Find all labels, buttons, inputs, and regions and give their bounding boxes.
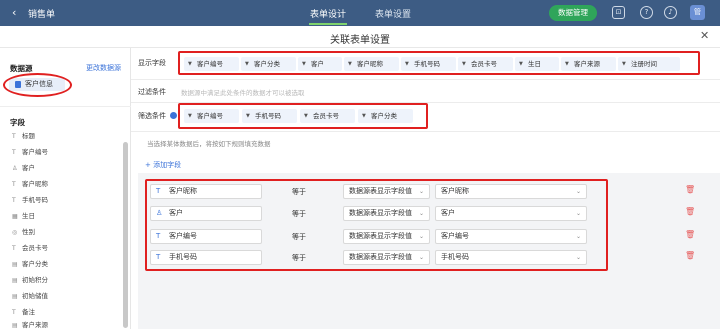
filter-input[interactable]: 数据源中满足此处条件的数据才可以被选取 xyxy=(181,87,305,97)
field-item[interactable]: ▤ 客户分类 xyxy=(12,259,48,269)
field-type-icon: ▤ xyxy=(12,261,18,268)
filter-label: 过滤条件 xyxy=(138,88,166,96)
field-type-icon: T xyxy=(12,309,16,316)
divider xyxy=(131,79,720,80)
field-label: 会员卡号 xyxy=(22,244,48,252)
highlight-box xyxy=(178,51,700,75)
tab-form-design[interactable]: 表单设计 xyxy=(310,7,346,20)
field-label: 初始储值 xyxy=(22,292,48,300)
field-label: 客户分类 xyxy=(22,260,48,268)
field-label: 客户编号 xyxy=(22,148,48,156)
help-icon[interactable]: ? xyxy=(640,6,653,19)
settings-icon[interactable] xyxy=(170,112,177,119)
add-field-button[interactable]: + 添加字段 xyxy=(145,160,181,170)
fill-rule-hint: 当选择某体数据后，将按如下规则填充数据 xyxy=(147,140,271,148)
highlight-box xyxy=(145,179,608,271)
field-type-icon: ◎ xyxy=(12,229,18,236)
fields-label: 字段 xyxy=(10,118,25,127)
field-label: 客户来源 xyxy=(22,321,48,329)
dialog-title: 关联表单设置 xyxy=(330,35,390,46)
field-item[interactable]: T 手机号码 xyxy=(12,195,48,205)
trash-icon[interactable]: 🗑 xyxy=(685,230,695,239)
fields-scrollbar[interactable] xyxy=(123,142,128,328)
field-item[interactable]: ♙ 客户 xyxy=(12,163,35,173)
field-type-icon: T xyxy=(12,197,16,204)
left-panel: 数据源 更改数据源 客户信息 字段 T 标题 T 客户编号 ♙ 客户 T 客户昵称 T手… xyxy=(0,48,131,329)
field-type-icon: T xyxy=(12,149,16,156)
change-datasource-link[interactable]: 更改数据源 xyxy=(86,63,121,73)
divider xyxy=(0,106,131,107)
field-type-icon: ▤ xyxy=(12,293,18,300)
trash-icon[interactable]: 🗑 xyxy=(685,185,695,194)
display-fields-label: 显示字段 xyxy=(138,59,166,67)
trash-icon[interactable]: 🗑 xyxy=(685,251,695,260)
field-item[interactable]: T 备注 xyxy=(12,307,35,317)
field-label: 性别 xyxy=(22,228,35,236)
field-item[interactable]: ▤ 初始积分 xyxy=(12,275,48,285)
field-label: 手机号码 xyxy=(22,196,48,204)
field-type-icon: ▦ xyxy=(12,213,18,220)
back-icon[interactable]: ‹ xyxy=(12,6,16,19)
tab-form-settings[interactable]: 表单设置 xyxy=(375,7,411,20)
field-item[interactable]: ▤ 客户来源 xyxy=(12,320,48,329)
filter-fields-label: 筛选条件 xyxy=(138,112,166,120)
app-title: 销售单 xyxy=(28,10,56,20)
field-item[interactable]: T 客户编号 xyxy=(12,147,48,157)
field-label: 备注 xyxy=(22,308,35,316)
highlight-oval xyxy=(3,73,72,97)
field-item[interactable]: T 标题 xyxy=(12,131,35,141)
trash-icon[interactable]: 🗑 xyxy=(685,207,695,216)
field-type-icon: T xyxy=(12,245,16,252)
top-bar: ‹ 销售单 表单设计 表单设置 数据管理 ⊡ ? ♪ 管 xyxy=(0,0,720,26)
field-label: 生日 xyxy=(22,212,35,220)
active-tab-indicator xyxy=(309,23,347,25)
preview-icon[interactable]: ⊡ xyxy=(612,6,625,19)
field-type-icon: ▤ xyxy=(12,322,18,329)
field-item[interactable]: ◎ 性别 xyxy=(12,227,35,237)
field-type-icon: ▤ xyxy=(12,277,18,284)
field-type-icon: T xyxy=(12,181,16,188)
field-item[interactable]: T 会员卡号 xyxy=(12,243,48,253)
field-label: 客户昵称 xyxy=(22,180,48,188)
field-item[interactable]: ▤ 初始储值 xyxy=(12,291,48,301)
bell-icon[interactable]: ♪ xyxy=(664,6,677,19)
highlight-box xyxy=(178,103,428,129)
field-label: 标题 xyxy=(22,132,35,140)
close-icon[interactable]: ✕ xyxy=(700,29,709,42)
field-type-icon: ♙ xyxy=(12,165,18,172)
dialog-header: 关联表单设置 ✕ xyxy=(0,26,720,48)
data-manage-button[interactable]: 数据管理 xyxy=(549,5,597,21)
field-label: 初始积分 xyxy=(22,276,48,284)
field-item[interactable]: T 客户昵称 xyxy=(12,179,48,189)
divider xyxy=(131,131,720,132)
avatar[interactable]: 管 xyxy=(690,5,705,20)
field-label: 客户 xyxy=(22,164,35,172)
field-type-icon: T xyxy=(12,133,16,140)
field-item[interactable]: ▦ 生日 xyxy=(12,211,35,221)
